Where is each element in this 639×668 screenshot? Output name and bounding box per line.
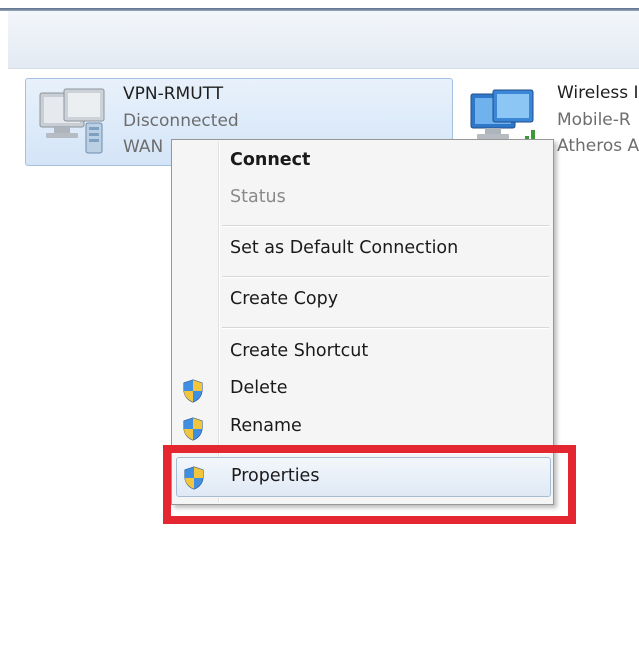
connection-device: Atheros A (557, 136, 639, 156)
menu-item-label: Delete (230, 378, 288, 398)
menu-item-rename[interactable]: Rename (174, 410, 551, 446)
connection-name: Wireless I (557, 83, 639, 103)
menu-item-status: Status (174, 181, 551, 217)
menu-separator (222, 276, 549, 278)
menu-item-delete[interactable]: Delete (174, 372, 551, 408)
menu-item-create-shortcut[interactable]: Create Shortcut (174, 335, 551, 371)
menu-item-set-default[interactable]: Set as Default Connection (174, 232, 551, 268)
menu-item-label: Connect (230, 150, 311, 170)
menu-item-create-copy[interactable]: Create Copy (174, 283, 551, 319)
connection-device: WAN (123, 137, 164, 157)
connection-status: Mobile-R (557, 110, 631, 130)
uac-shield-icon (182, 379, 204, 403)
command-bar (8, 11, 639, 69)
menu-item-connect[interactable]: Connect (174, 144, 551, 180)
left-border (0, 11, 8, 668)
menu-separator (222, 327, 549, 329)
vpn-computer-icon (36, 87, 108, 159)
menu-item-label: Set as Default Connection (230, 238, 459, 258)
connection-name: VPN-RMUTT (123, 84, 224, 104)
menu-item-label: Create Shortcut (230, 341, 369, 361)
menu-separator (222, 225, 549, 227)
window-top-edge (0, 0, 639, 11)
connection-status: Disconnected (123, 111, 239, 131)
highlight-annotation-box (163, 445, 576, 524)
menu-item-label: Create Copy (230, 289, 339, 309)
uac-shield-icon (182, 417, 204, 441)
menu-item-label: Rename (230, 416, 302, 436)
menu-item-label: Status (230, 187, 286, 207)
